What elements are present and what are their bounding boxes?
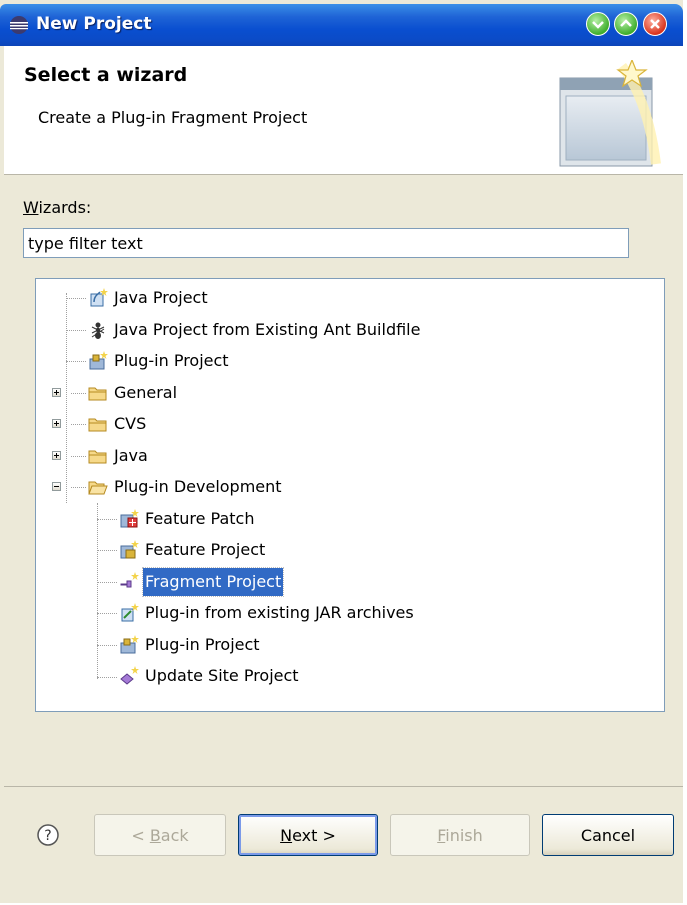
feature-project-icon (120, 540, 139, 559)
expand-general[interactable] (52, 388, 61, 397)
button-bar-separator (4, 786, 683, 787)
minimize-button[interactable] (586, 12, 610, 36)
page-title: Select a wizard (24, 64, 188, 86)
svg-text:?: ? (44, 828, 51, 844)
expand-cvs[interactable] (52, 419, 61, 428)
window-title: New Project (36, 14, 152, 34)
page-description: Create a Plug-in Fragment Project (38, 108, 308, 127)
feature-patch-icon (120, 509, 139, 528)
java-project-icon (90, 288, 108, 307)
filter-input[interactable] (23, 228, 629, 258)
new-project-dialog: New Project Select a wizard Create a Plu… (0, 0, 687, 903)
chevron-down-icon (592, 21, 604, 29)
eclipse-icon (10, 16, 28, 34)
folder-open-icon (88, 481, 108, 495)
plugin-project-icon (89, 351, 108, 370)
folder-icon (88, 387, 107, 401)
help-icon[interactable]: ? (36, 823, 60, 847)
new-wizard-banner-icon (559, 60, 661, 167)
plugin-project-icon (120, 635, 139, 654)
wizards-label: Wizards: (23, 198, 92, 217)
expand-java[interactable] (52, 451, 61, 460)
close-button[interactable] (643, 12, 667, 36)
ant-icon (91, 322, 105, 339)
title-bar[interactable]: New Project (0, 4, 683, 46)
next-button[interactable]: Next > (238, 814, 378, 856)
folder-icon (88, 450, 107, 464)
maximize-button[interactable] (614, 12, 638, 36)
fragment-project-icon (120, 572, 139, 588)
finish-button[interactable]: Finish (390, 814, 530, 856)
close-icon (650, 19, 660, 29)
wizard-header: Select a wizard Create a Plug-in Fragmen… (4, 46, 683, 175)
update-site-icon (120, 666, 139, 685)
folder-icon (88, 418, 107, 432)
cancel-button[interactable]: Cancel (542, 814, 674, 856)
back-button[interactable]: < Back (94, 814, 226, 856)
wizard-tree[interactable]: Java Project Java Project from Existing … (35, 278, 665, 712)
jar-plugin-icon (121, 603, 139, 622)
chevron-up-icon (620, 19, 632, 27)
collapse-plugin-development[interactable] (52, 482, 61, 491)
